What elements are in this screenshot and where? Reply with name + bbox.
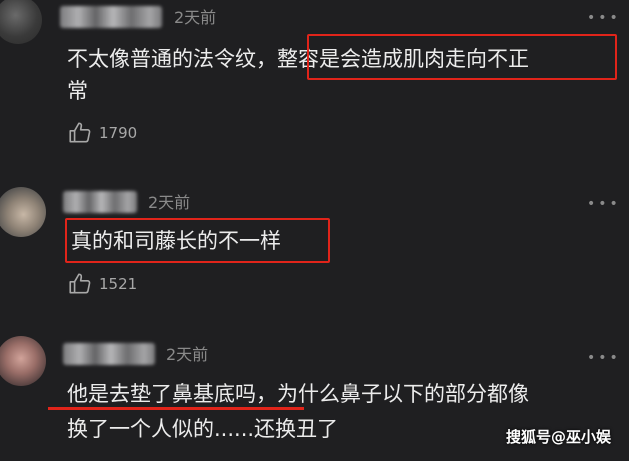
like-button[interactable]: 1790: [67, 120, 137, 146]
thumbs-up-icon: [67, 271, 93, 297]
thumbs-up-icon: [67, 120, 93, 146]
username-blurred[interactable]: [63, 343, 155, 365]
comment-text-plain: ，为什么鼻子以下的部分都像: [256, 382, 529, 406]
like-count: 1790: [99, 124, 138, 142]
highlight-underline: [48, 407, 304, 410]
avatar[interactable]: [0, 0, 42, 44]
highlight-box: [65, 218, 330, 263]
comment-item: 2天前 ••• 不太像普通的法令纹，整容是会造成肌肉走向不正 常 1790: [0, 0, 629, 165]
comment-time: 2天前: [166, 345, 209, 364]
comment-text-line-1: 他是去垫了鼻基底吗，为什么鼻子以下的部分都像: [67, 381, 529, 407]
more-dots-icon[interactable]: •••: [587, 197, 621, 211]
highlight-box: [307, 34, 617, 80]
username-blurred[interactable]: [60, 6, 162, 28]
like-count: 1521: [99, 275, 138, 293]
like-button[interactable]: 1521: [67, 271, 137, 297]
avatar[interactable]: [0, 336, 46, 386]
comment-time: 2天前: [174, 8, 217, 27]
comment-text-line-2: 换了一个人似的......还换丑了: [67, 416, 338, 442]
username-blurred[interactable]: [63, 191, 137, 213]
comment-time: 2天前: [148, 193, 191, 212]
comment-text-plain: 换了一个人似的......还换丑了: [67, 417, 339, 441]
avatar[interactable]: [0, 187, 46, 237]
more-dots-icon[interactable]: •••: [587, 351, 621, 365]
comment-item: 2天前 ••• 真的和司藤长的不一样 1521: [0, 165, 629, 310]
comment-text-line-2: 常: [67, 78, 88, 104]
comment-feed: 2天前 ••• 不太像普通的法令纹，整容是会造成肌肉走向不正 常 1790 2天…: [0, 0, 629, 461]
more-dots-icon[interactable]: •••: [587, 11, 621, 25]
comment-text-plain: 不太像普通的法令纹，: [67, 47, 277, 71]
watermark: 搜狐号@巫小娱: [505, 428, 611, 446]
comment-text-highlighted: 常: [67, 79, 88, 103]
comment-text-highlighted: 他是去垫了鼻基底吗: [67, 382, 256, 406]
